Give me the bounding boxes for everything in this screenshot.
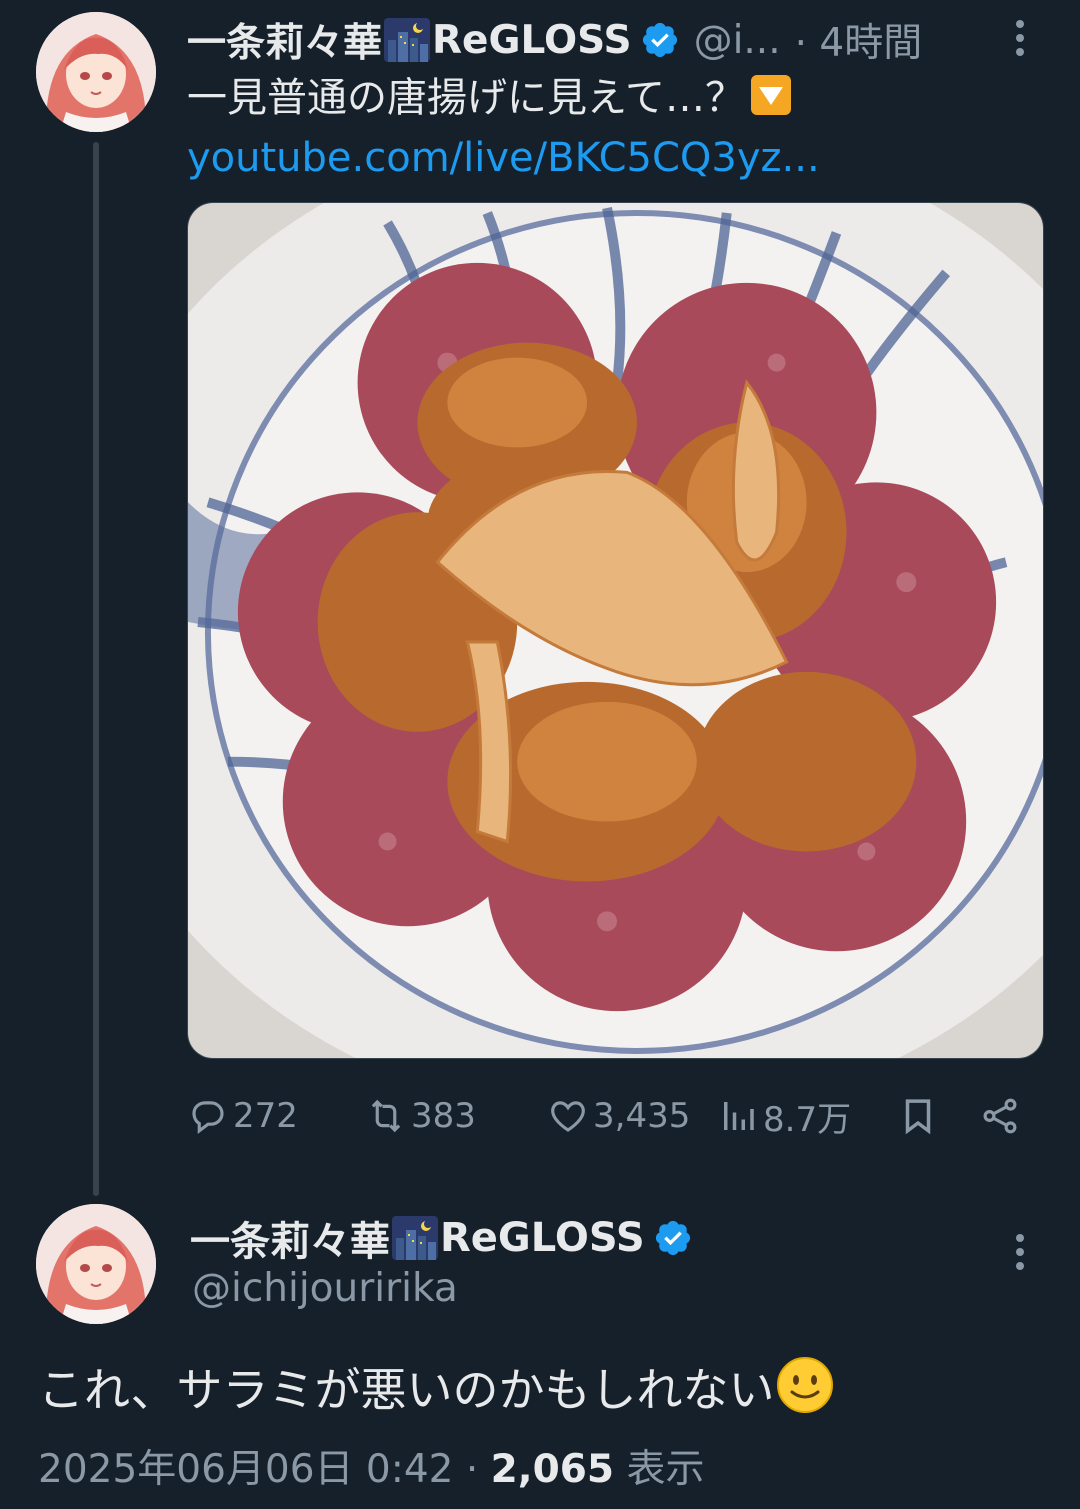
tweet-text-content: これ、サラミが悪いのかもしれない [38,1363,775,1417]
handle[interactable]: @i... [694,18,781,63]
display-name[interactable]: 一条莉々華 [187,12,382,68]
share-button[interactable] [979,1088,1025,1144]
smile-emoji [776,1356,834,1414]
tweet-header: 一条莉々華 ReGLOSS [190,1209,693,1267]
view-label: 表示 [614,1447,705,1492]
like-button[interactable]: 3,435 [547,1088,690,1144]
like-count: 3,435 [593,1096,691,1136]
repost-icon [371,1099,401,1133]
verified-badge-icon [653,1218,693,1258]
more-icon[interactable] [1000,8,1040,68]
tweet-header: 一条莉々華 ReGLOSS @i... · 4時間 [187,12,922,68]
views-count: 8.7万 [763,1099,852,1140]
tweet-text: これ、サラミが悪いのかもしれない [38,1356,834,1421]
more-icon[interactable] [1000,1222,1040,1282]
views-button[interactable]: 8.7万 [717,1088,851,1144]
bookmark-button[interactable] [897,1088,943,1144]
display-name[interactable]: 一条莉々華 [190,1209,390,1267]
down-arrow-emoji [749,73,793,117]
display-name-suffix[interactable]: ReGLOSS [432,18,632,63]
bookmark-icon [905,1099,931,1135]
night-city-emoji [384,18,431,62]
handle[interactable]: @ichijouririka [192,1266,458,1311]
night-city-emoji [392,1216,438,1260]
repost-button[interactable]: 383 [365,1088,476,1144]
reply-button[interactable]: 272 [187,1088,298,1144]
tweet-actions: 272 383 3,435 8.7万 [187,1088,1037,1144]
display-name-suffix[interactable]: ReGLOSS [440,1215,645,1261]
youtube-link[interactable]: youtube.com/live/BKC5CQ3yz... [187,132,820,184]
tweet-text-content: 一見普通の唐揚げに見えて…？ [187,75,745,121]
views-icon [724,1102,754,1130]
tweet-time[interactable]: · 4時間 [795,12,923,68]
timestamp[interactable]: 2025年06月06日 0:42 · [38,1447,491,1492]
tweet-meta: 2025年06月06日 0:42 · 2,065 表示 [38,1444,704,1496]
tweet-text: 一見普通の唐揚げに見えて…？ [187,72,793,124]
share-icon [983,1098,1017,1134]
thread-connector-line [93,142,99,1196]
view-count: 2,065 [490,1447,615,1492]
avatar[interactable] [36,12,156,132]
reply-count: 272 [233,1096,298,1136]
avatar[interactable] [36,1204,156,1324]
like-icon [551,1101,585,1132]
repost-count: 383 [411,1096,476,1136]
verified-badge-icon [640,20,680,60]
reply-icon [192,1101,224,1135]
tweet-image[interactable] [187,202,1044,1059]
